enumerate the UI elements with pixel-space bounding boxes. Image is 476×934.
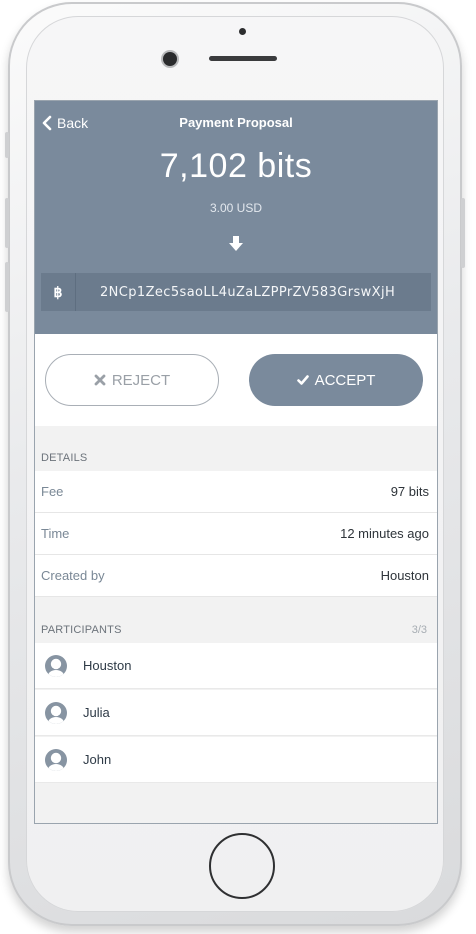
x-icon	[94, 374, 106, 386]
earpiece-speaker	[209, 56, 277, 61]
home-button[interactable]	[209, 833, 275, 899]
accept-button[interactable]: ACCEPT	[249, 354, 423, 406]
accept-label: ACCEPT	[314, 371, 376, 389]
participants-count: 3/3	[411, 624, 427, 636]
mute-switch	[5, 132, 9, 158]
action-bar: REJECT ACCEPT	[35, 334, 437, 426]
details-row-created-by: Created by Houston	[35, 555, 437, 597]
detail-key: Time	[41, 526, 70, 541]
user-avatar-icon	[45, 748, 67, 771]
details-section-label: DETAILS	[41, 452, 88, 464]
reject-label: REJECT	[111, 371, 171, 389]
app-screen: Back Payment Proposal 7,102 bits 3.00 US…	[34, 100, 438, 824]
alternative-amount: 3.00 USD	[209, 201, 263, 215]
detail-key: Fee	[41, 484, 64, 499]
detail-value: 97 bits	[390, 484, 429, 499]
destination-address[interactable]: 2NCp1Zec5saoLL4uZaLZPPrZV583GrswXjH	[76, 285, 395, 300]
details-row-time: Time 12 minutes ago	[35, 513, 437, 555]
user-avatar-icon	[45, 654, 67, 677]
participants-section-label: PARTICIPANTS	[41, 624, 122, 636]
detail-value: Houston	[380, 568, 429, 583]
volume-up-button	[5, 198, 9, 248]
front-camera	[163, 52, 177, 66]
amount-value: 7,102 bits	[159, 147, 313, 185]
participant-item[interactable]: Houston	[35, 643, 437, 689]
proximity-sensor	[239, 28, 246, 35]
details-row-fee: Fee 97 bits	[35, 471, 437, 513]
participant-name: Houston	[83, 658, 132, 673]
participant-item[interactable]: Julia	[35, 690, 437, 736]
detail-key: Created by	[41, 568, 105, 583]
participant-item[interactable]: John	[35, 737, 437, 783]
participant-name: Julia	[83, 705, 110, 720]
power-button	[461, 198, 465, 268]
page-title: Payment Proposal	[179, 115, 293, 130]
address-box: ฿ 2NCp1Zec5saoLL4uZaLZPPrZV583GrswXjH	[41, 273, 431, 311]
check-icon	[296, 375, 309, 385]
user-avatar-icon	[45, 701, 67, 724]
bitcoin-icon: ฿	[41, 273, 76, 311]
detail-value: 12 minutes ago	[340, 526, 429, 541]
reject-button[interactable]: REJECT	[45, 354, 219, 406]
participant-name: John	[83, 752, 112, 767]
arrow-down-icon	[229, 236, 243, 251]
proposal-header: Back Payment Proposal 7,102 bits 3.00 US…	[35, 101, 437, 334]
volume-down-button	[5, 262, 9, 312]
